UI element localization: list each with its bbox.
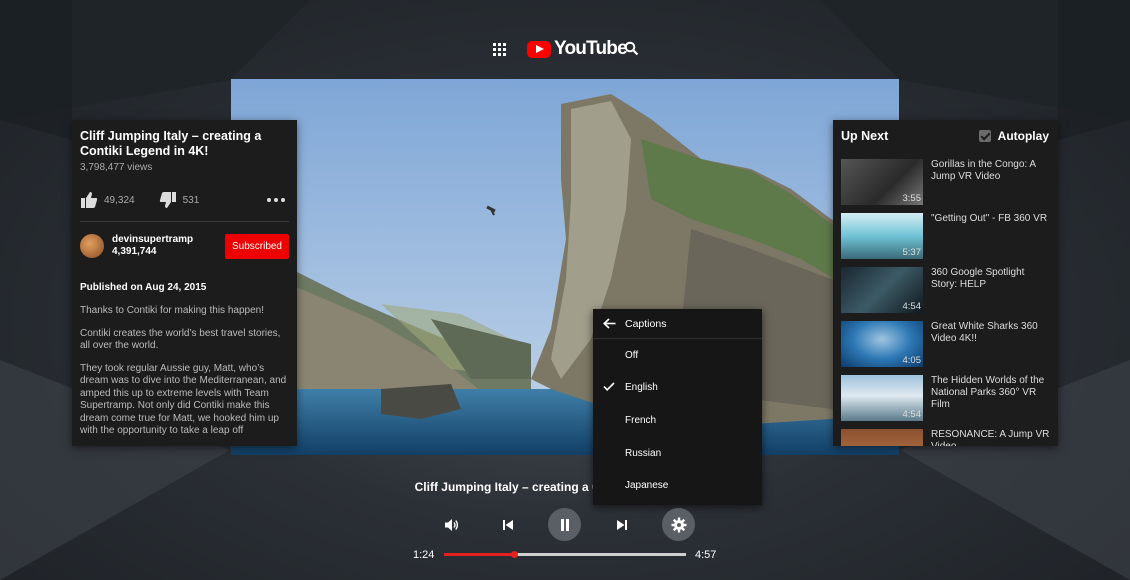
up-next-item[interactable]: 4:54 360 Google Spotlight Story: HELP — [841, 267, 1051, 313]
caption-option-label: Off — [625, 349, 639, 361]
captions-menu-title: Captions — [625, 317, 667, 330]
top-bar: YouTube — [0, 36, 1130, 64]
caption-option-japanese[interactable]: Japanese — [593, 473, 762, 497]
gear-icon — [671, 517, 686, 532]
video-thumbnail — [841, 429, 923, 446]
current-time: 1:24 — [413, 549, 435, 561]
next-button[interactable] — [611, 514, 633, 536]
rating-actions: 49,324 531 — [80, 189, 289, 211]
apps-grid-icon[interactable] — [493, 43, 506, 56]
pause-icon — [560, 518, 569, 531]
divider — [80, 221, 289, 222]
autoplay-toggle[interactable]: Autoplay — [978, 129, 1049, 143]
youtube-logo[interactable]: YouTube — [527, 38, 628, 60]
up-next-header: Up Next Autoplay — [833, 120, 1058, 152]
up-next-item[interactable]: 3:55 Gorillas in the Congo: A Jump VR Vi… — [841, 159, 1051, 205]
autoplay-label: Autoplay — [997, 129, 1049, 143]
video-duration: 5:37 — [902, 247, 922, 258]
video-duration: 3:55 — [902, 193, 922, 204]
captions-menu: Captions Off English French Russian Japa… — [593, 309, 762, 505]
video-thumbnail: 4:05 — [841, 321, 923, 367]
caption-option-label: Japanese — [625, 479, 669, 491]
video-player[interactable] — [231, 79, 899, 455]
caption-option-label: French — [625, 414, 657, 426]
published-date: Published on Aug 24, 2015 — [80, 282, 207, 293]
video-title: "Getting Out" - FB 360 VR — [931, 213, 1048, 224]
like-count: 49,324 — [104, 194, 135, 206]
settings-button[interactable] — [662, 508, 695, 541]
previous-button[interactable] — [497, 514, 519, 536]
youtube-logo-icon — [527, 40, 551, 58]
channel-row: devinsupertramp 4,391,744 Subscribed — [80, 233, 289, 259]
video-duration: 4:54 — [902, 409, 922, 420]
description-paragraph: Thanks to Contiki for making this happen… — [80, 305, 264, 316]
video-title: Great White Sharks 360 Video 4K!! — [931, 321, 1038, 344]
volume-button[interactable] — [440, 514, 464, 536]
video-thumbnail: 4:54 — [841, 267, 923, 313]
up-next-panel: Up Next Autoplay 3:55 Gorillas in the Co… — [833, 120, 1058, 446]
pause-button[interactable] — [548, 508, 581, 541]
skip-previous-icon — [503, 520, 513, 530]
up-next-title: Up Next — [841, 129, 889, 143]
description-paragraph: They took regular Aussie guy, Matt, who’… — [80, 362, 287, 437]
caption-option-label: Russian — [625, 447, 662, 459]
caption-option-russian[interactable]: Russian — [593, 441, 762, 465]
more-options-icon[interactable] — [267, 198, 285, 202]
up-next-item[interactable]: RESONANCE: A Jump VR Video — [841, 429, 1051, 446]
video-title: Gorillas in the Congo: A Jump VR Video — [931, 159, 1036, 182]
channel-name[interactable]: devinsupertramp — [112, 234, 193, 246]
channel-avatar[interactable] — [80, 234, 104, 258]
description-paragraph: Contiki creates the world’s best travel … — [80, 327, 281, 352]
app-name: YouTube — [554, 38, 628, 59]
autoplay-checkbox-icon[interactable] — [978, 130, 991, 142]
total-time: 4:57 — [695, 549, 717, 561]
video-thumbnail: 5:37 — [841, 213, 923, 259]
video-duration: 4:05 — [902, 355, 922, 366]
progress-bar[interactable] — [444, 551, 686, 558]
volume-icon — [445, 519, 459, 531]
subscribe-button[interactable]: Subscribed — [224, 233, 289, 259]
video-title: 360 Google Spotlight Story: HELP — [931, 267, 1025, 290]
back-arrow-icon[interactable] — [603, 318, 616, 329]
thumbs-up-icon[interactable] — [80, 191, 98, 209]
video-thumbnail: 3:55 — [841, 159, 923, 205]
captions-menu-header[interactable]: Captions — [593, 309, 762, 339]
video-description: Thanks to Contiki for making this happen… — [80, 305, 289, 438]
skip-next-icon — [617, 520, 627, 530]
progress-fill — [444, 553, 515, 556]
video-info-panel: Cliff Jumping Italy – creating a Contiki… — [72, 120, 297, 446]
video-title: RESONANCE: A Jump VR Video — [931, 429, 1050, 446]
video-title: Cliff Jumping Italy – creating a Contiki… — [80, 129, 262, 158]
subscriber-count: 4,391,744 — [112, 246, 157, 257]
view-count: 3,798,477 views — [80, 162, 153, 173]
caption-option-label: English — [625, 381, 658, 393]
thumbs-down-icon[interactable] — [159, 191, 177, 209]
video-duration: 4:54 — [902, 301, 922, 312]
up-next-item[interactable]: 4:54 The Hidden Worlds of the National P… — [841, 375, 1051, 421]
check-icon — [603, 382, 615, 391]
video-title: The Hidden Worlds of the National Parks … — [931, 375, 1045, 410]
caption-option-english[interactable]: English — [593, 375, 762, 399]
progress-scrubber[interactable] — [511, 551, 519, 558]
caption-option-off[interactable]: Off — [593, 343, 762, 367]
up-next-item[interactable]: 4:05 Great White Sharks 360 Video 4K!! — [841, 321, 1051, 367]
caption-option-french[interactable]: French — [593, 408, 762, 432]
up-next-item[interactable]: 5:37 "Getting Out" - FB 360 VR — [841, 213, 1051, 259]
video-thumbnail: 4:54 — [841, 375, 923, 421]
search-icon[interactable] — [624, 41, 639, 56]
dislike-count: 531 — [182, 194, 200, 206]
